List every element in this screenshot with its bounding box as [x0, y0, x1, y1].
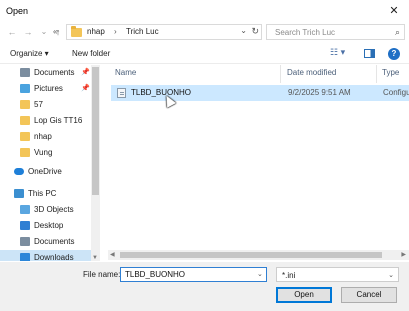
search-icon[interactable]: ⌕ [395, 27, 400, 38]
open-button[interactable]: Open [276, 287, 332, 303]
navigation-pane: Documents 📌 Pictures 📌 57 Lop Gis TT16 n… [0, 65, 100, 261]
breadcrumb-item-trich-luc[interactable]: Trich Luc [126, 27, 159, 36]
sidebar-item-nhap[interactable]: nhap [0, 129, 100, 145]
file-type-select[interactable]: *.ini ⌄ [276, 267, 399, 282]
close-icon[interactable]: ✕ [379, 0, 409, 22]
search-placeholder: Search Trich Luc [275, 28, 336, 37]
sidebar-item-desktop[interactable]: Desktop [0, 218, 100, 234]
recent-locations-icon[interactable]: ⌄ [37, 25, 51, 39]
sidebar-item-label: Pictures [34, 84, 63, 93]
sidebar-item-label: Lop Gis TT16 [34, 116, 83, 125]
sidebar-item-lop-gis-tt16[interactable]: Lop Gis TT16 [0, 113, 100, 129]
file-type-cell: Configu [383, 88, 409, 97]
sidebar-item-onedrive[interactable]: OneDrive [0, 164, 100, 180]
overflow-icon[interactable]: « [53, 27, 57, 36]
scroll-right-icon[interactable]: ▶ [401, 251, 406, 258]
sidebar-item-label: 3D Objects [34, 205, 74, 214]
file-type-value: *.ini [282, 271, 296, 280]
file-name-field[interactable] [120, 267, 267, 282]
documents-icon [20, 237, 30, 246]
address-bar: ← → ⌄ ↑ « nhap › Trich Luc ⌄ ↻ Search Tr… [0, 22, 409, 42]
dialog-footer: File name: ⌄ *.ini ⌄ Open Cancel [0, 262, 409, 311]
sidebar-item-documents[interactable]: Documents [0, 234, 100, 250]
search-input[interactable]: Search Trich Luc ⌕ [266, 24, 405, 40]
scrollbar-thumb[interactable] [92, 67, 99, 195]
command-toolbar: Organize ▾ New folder ☷ ▾ ? [0, 44, 409, 64]
desktop-icon [20, 221, 30, 230]
pictures-icon [20, 84, 30, 93]
config-file-icon [117, 88, 126, 98]
sidebar-item-label: Vung [34, 148, 53, 157]
column-header-date-modified[interactable]: Date modified [287, 68, 336, 77]
file-name-cell: TLBD_BUONHO [131, 88, 192, 97]
sidebar-item-downloads[interactable]: Downloads [0, 250, 100, 261]
column-divider[interactable] [376, 65, 377, 83]
sidebar-item-3d-objects[interactable]: 3D Objects [0, 202, 100, 218]
sidebar-item-this-pc[interactable]: This PC [0, 186, 100, 202]
back-icon[interactable]: ← [5, 25, 19, 39]
folder-icon [20, 116, 30, 125]
sidebar-item-label: Desktop [34, 221, 64, 230]
forward-icon[interactable]: → [21, 25, 35, 39]
documents-icon [20, 68, 30, 77]
scroll-down-icon[interactable]: ▼ [92, 255, 98, 261]
preview-pane-icon[interactable] [364, 49, 375, 58]
folder-icon [20, 132, 30, 141]
folder-icon [71, 26, 82, 37]
folder-icon [20, 100, 30, 109]
title-bar: Open ✕ [0, 0, 409, 22]
cancel-button[interactable]: Cancel [341, 287, 397, 303]
column-divider[interactable] [280, 65, 281, 83]
breadcrumb-item-nhap[interactable]: nhap [87, 27, 105, 36]
downloads-icon [20, 253, 30, 261]
breadcrumb[interactable]: « nhap › Trich Luc ⌄ ↻ [53, 24, 262, 40]
pin-icon[interactable]: 📌 [81, 84, 90, 92]
sidebar-item-documents-quick[interactable]: Documents 📌 [0, 65, 100, 81]
this-pc-icon [14, 189, 24, 198]
refresh-icon[interactable]: ↻ [251, 26, 259, 37]
new-folder-button[interactable]: New folder [72, 49, 110, 58]
column-header-type[interactable]: Type [382, 68, 399, 77]
chevron-down-icon[interactable]: ⌄ [257, 270, 263, 278]
sidebar-item-label: nhap [34, 132, 52, 141]
breadcrumb-separator-icon: › [114, 27, 117, 36]
view-options-icon[interactable]: ☷ ▾ [330, 47, 356, 61]
chevron-down-icon: ⌄ [388, 272, 394, 279]
column-header-name[interactable]: Name [115, 68, 136, 77]
3d-objects-icon [20, 205, 30, 214]
sidebar-item-vung[interactable]: Vung [0, 145, 100, 161]
sidebar-item-label: Documents [34, 237, 75, 246]
sidebar-item-label: Downloads [34, 253, 74, 261]
sidebar-item-57[interactable]: 57 [0, 97, 100, 113]
window-title: Open [6, 6, 29, 16]
pin-icon[interactable]: 📌 [81, 68, 90, 76]
sidebar-item-label: 57 [34, 100, 43, 109]
onedrive-icon [14, 168, 24, 175]
sidebar-item-label: Documents [34, 68, 75, 77]
chevron-down-icon[interactable]: ⌄ [240, 26, 247, 35]
file-name-label: File name: [83, 270, 121, 279]
organize-button[interactable]: Organize ▾ [10, 49, 49, 58]
scrollbar-thumb[interactable] [120, 252, 382, 258]
table-row[interactable]: TLBD_BUONHO 9/2/2025 9:51 AM Configu [111, 85, 409, 101]
sidebar-item-label: OneDrive [28, 167, 62, 176]
folder-icon [20, 148, 30, 157]
help-icon[interactable]: ? [388, 48, 400, 60]
sidebar-item-label: This PC [28, 189, 57, 198]
file-list: Name Date modified Type TLBD_BUONHO 9/2/… [108, 65, 409, 261]
scroll-left-icon[interactable]: ◀ [110, 251, 115, 258]
file-date-cell: 9/2/2025 9:51 AM [288, 88, 351, 97]
sidebar-item-pictures[interactable]: Pictures 📌 [0, 81, 100, 97]
horizontal-scrollbar[interactable]: ◀ ▶ [108, 250, 409, 260]
sidebar-scrollbar[interactable]: ▼ [91, 65, 100, 261]
